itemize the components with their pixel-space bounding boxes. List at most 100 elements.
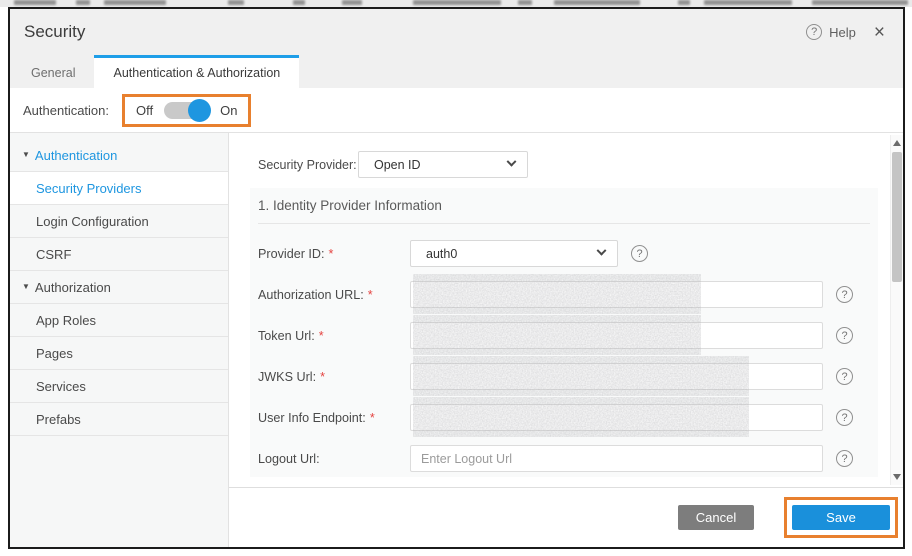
content-area: Security Provider: Open ID 1. Identity P… (229, 133, 903, 487)
caret-down-icon: ▼ (22, 151, 30, 159)
field-help-icon[interactable]: ? (836, 327, 853, 344)
background-artifact (228, 0, 244, 5)
field-control: auth0 (410, 240, 618, 267)
redaction-blur (413, 356, 749, 396)
required-asterisk: * (319, 329, 324, 343)
form-field-row: User Info Endpoint: * ? (258, 404, 878, 431)
page-title: Security (24, 22, 806, 42)
background-artifact (293, 0, 305, 5)
security-provider-select[interactable]: Open ID (358, 151, 528, 178)
field-label: Logout Url: (258, 452, 410, 466)
sidebar-item-pages[interactable]: Pages (10, 337, 228, 370)
background-artifact (812, 0, 908, 5)
text-input[interactable] (410, 404, 823, 431)
scroll-up-arrow-icon[interactable] (893, 140, 901, 146)
chevron-down-icon (597, 246, 607, 256)
identity-provider-panel: 1. Identity Provider Information Provide… (250, 188, 878, 477)
close-icon[interactable]: × (874, 23, 885, 42)
redaction-blur (413, 274, 701, 314)
security-dialog: Security ? Help × GeneralAuthentication … (8, 7, 905, 549)
background-artifact (413, 0, 501, 5)
text-input[interactable]: Enter Logout Url (410, 445, 823, 472)
form-field-row: JWKS Url: * ? (258, 363, 878, 390)
toggle-off-label: Off (136, 103, 153, 118)
sidebar-item-authentication[interactable]: ▼ Authentication (10, 139, 228, 172)
sidebar-item-login-configuration[interactable]: Login Configuration (10, 205, 228, 238)
security-provider-value: Open ID (374, 158, 508, 172)
form-fields: Provider ID: * auth0 ? Authorization URL… (258, 224, 878, 472)
sidebar-item-authorization[interactable]: ▼ Authorization (10, 271, 228, 304)
authentication-toggle-label: Authentication: (23, 103, 109, 118)
toggle-on-label: On (220, 103, 237, 118)
field-help-icon[interactable]: ? (836, 450, 853, 467)
authentication-toggle-row: Authentication: Off On (10, 88, 903, 133)
dialog-header: Security ? Help × (10, 9, 903, 55)
save-highlight-box: Save (784, 497, 898, 538)
help-icon: ? (806, 24, 822, 40)
toggle-highlight-box: Off On (122, 94, 251, 127)
form-field-row: Provider ID: * auth0 ? (258, 240, 878, 267)
help-button[interactable]: ? Help (806, 24, 856, 40)
field-control (410, 404, 823, 431)
background-artifact (704, 0, 792, 5)
field-help-icon[interactable]: ? (631, 245, 648, 262)
redaction-blur (413, 397, 749, 437)
redaction-blur (413, 315, 701, 355)
field-control: Enter Logout Url (410, 445, 823, 472)
authentication-toggle[interactable] (164, 102, 209, 119)
dialog-body: ▼ Authentication Security ProvidersLogin… (10, 133, 903, 547)
background-artifact (342, 0, 362, 5)
select-value: auth0 (426, 247, 598, 261)
background-artifact (104, 0, 166, 5)
field-help-icon[interactable]: ? (836, 409, 853, 426)
cancel-button[interactable]: Cancel (678, 505, 754, 530)
section-title: 1. Identity Provider Information (258, 198, 878, 213)
field-label: Authorization URL: * (258, 288, 410, 302)
toggle-knob (188, 99, 211, 122)
tab-bar: GeneralAuthentication & Authorization (10, 55, 903, 88)
background-artifact (678, 0, 690, 5)
field-control (410, 281, 823, 308)
input-placeholder: Enter Logout Url (421, 452, 512, 466)
field-help-icon[interactable]: ? (836, 368, 853, 385)
security-provider-label: Security Provider: (258, 158, 358, 172)
required-asterisk: * (368, 288, 373, 302)
tab-authentication-authorization[interactable]: Authentication & Authorization (94, 55, 299, 88)
sidebar-item-prefabs[interactable]: Prefabs (10, 403, 228, 436)
sidebar-item-services[interactable]: Services (10, 370, 228, 403)
chevron-down-icon (507, 157, 517, 167)
field-label: User Info Endpoint: * (258, 411, 410, 425)
scroll-down-arrow-icon[interactable] (893, 474, 901, 480)
save-button[interactable]: Save (792, 505, 890, 530)
field-control (410, 363, 823, 390)
background-page-strip (0, 0, 912, 7)
field-label: JWKS Url: * (258, 370, 410, 384)
form-field-row: Token Url: * ? (258, 322, 878, 349)
text-input[interactable] (410, 322, 823, 349)
select-box[interactable]: auth0 (410, 240, 618, 267)
field-control (410, 322, 823, 349)
content-column: Security Provider: Open ID 1. Identity P… (229, 133, 903, 547)
form-field-row: Logout Url: Enter Logout Url ? (258, 445, 878, 472)
sidebar-item-security-providers[interactable]: Security Providers (10, 172, 228, 205)
help-label: Help (829, 25, 856, 40)
field-label: Provider ID: * (258, 247, 410, 261)
field-help-icon[interactable]: ? (836, 286, 853, 303)
scrollbar (890, 135, 903, 485)
text-input[interactable] (410, 281, 823, 308)
required-asterisk: * (370, 411, 375, 425)
dialog-footer: Cancel Save (229, 487, 903, 547)
background-artifact (76, 0, 90, 5)
required-asterisk: * (329, 247, 334, 261)
required-asterisk: * (320, 370, 325, 384)
sidebar-item-app-roles[interactable]: App Roles (10, 304, 228, 337)
security-provider-row: Security Provider: Open ID (258, 151, 903, 178)
text-input[interactable] (410, 363, 823, 390)
tab-general[interactable]: General (12, 55, 94, 88)
background-artifact (518, 0, 532, 5)
form-field-row: Authorization URL: * ? (258, 281, 878, 308)
background-artifact (14, 0, 56, 5)
sidebar-item-csrf[interactable]: CSRF (10, 238, 228, 271)
sidebar: ▼ Authentication Security ProvidersLogin… (10, 133, 229, 547)
scrollbar-thumb[interactable] (892, 152, 902, 282)
